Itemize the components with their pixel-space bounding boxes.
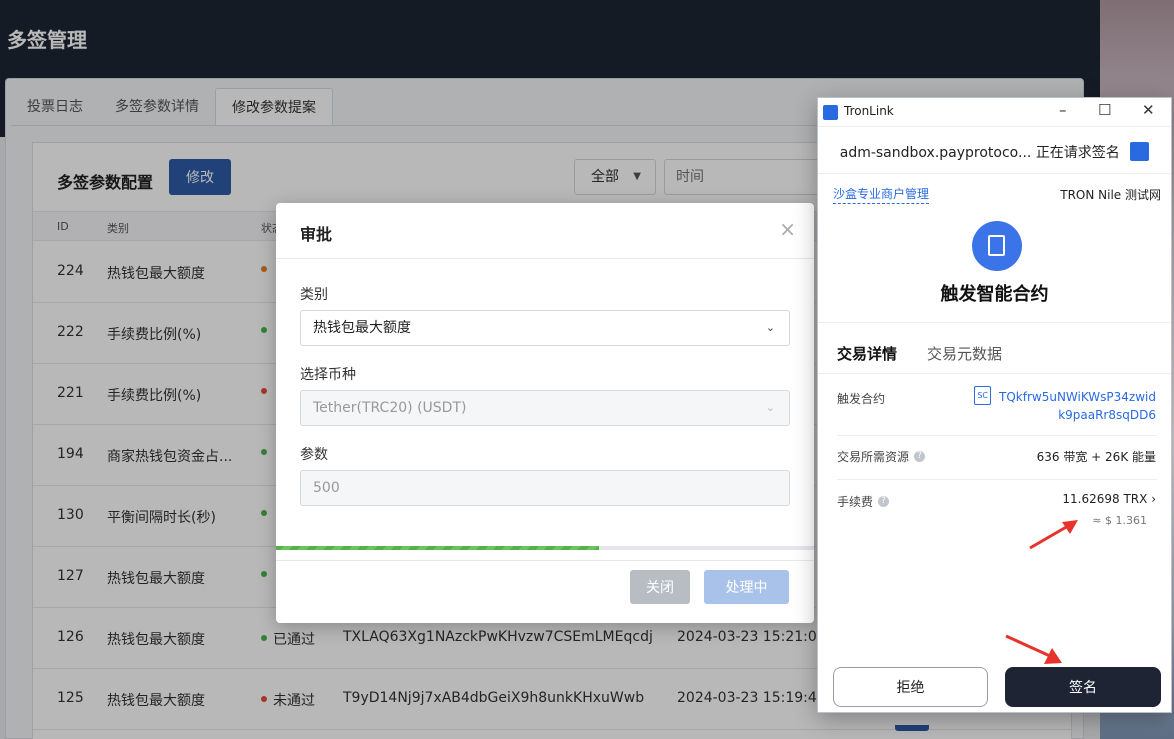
fee-label-text: 手续费 bbox=[837, 495, 874, 509]
fee-value-text: 11.62698 TRX bbox=[1062, 492, 1148, 506]
sign-button[interactable]: 签名 bbox=[1005, 667, 1161, 707]
divider bbox=[818, 173, 1171, 174]
contract-address-line1: TQkfrw5uNWiKWsP34zwid bbox=[999, 390, 1156, 404]
close-button[interactable]: 关闭 bbox=[630, 570, 690, 604]
minimize-icon[interactable]: – bbox=[1059, 101, 1067, 119]
param-input: 500 bbox=[300, 470, 790, 506]
network-label: TRON Nile 测试网 bbox=[1060, 188, 1161, 202]
tab-tx-details[interactable]: 交易详情 bbox=[837, 343, 897, 364]
close-icon[interactable]: × bbox=[779, 217, 796, 241]
type-label: 类别 bbox=[300, 287, 328, 303]
resource-label-text: 交易所需资源 bbox=[837, 450, 910, 464]
site-name: adm-sandbox.payprotoco... bbox=[839, 145, 1032, 161]
divider bbox=[818, 373, 1171, 374]
divider bbox=[837, 479, 1157, 480]
processing-button[interactable]: 处理中 bbox=[704, 570, 789, 604]
fee-usd: ≈ $ 1.361 bbox=[1092, 514, 1147, 527]
fee-label: 手续费? bbox=[837, 493, 890, 510]
annotation-arrow-icon bbox=[1005, 634, 1062, 664]
approval-modal: 审批 × 类别 热钱包最大额度 ⌄ 选择币种 Tether(TRC20) (US… bbox=[276, 203, 814, 623]
divider bbox=[818, 322, 1171, 323]
window-title: TronLink bbox=[844, 104, 894, 118]
param-label: 参数 bbox=[300, 447, 328, 463]
annotation-arrow-icon bbox=[1029, 520, 1078, 550]
modal-title: 审批 bbox=[300, 225, 333, 244]
tronlink-logo-icon bbox=[823, 105, 838, 120]
type-select[interactable]: 热钱包最大额度 ⌄ bbox=[300, 310, 790, 346]
merchant-link[interactable]: 沙盒专业商户管理 bbox=[833, 185, 930, 204]
contract-document-icon bbox=[972, 221, 1022, 271]
fee-value[interactable]: 11.62698 TRX › bbox=[1062, 492, 1156, 506]
help-icon[interactable]: ? bbox=[914, 451, 926, 462]
type-select-value: 热钱包最大额度 bbox=[313, 320, 411, 336]
tronlink-window: TronLink – ☐ ✕ adm-sandbox.payprotoco...… bbox=[817, 97, 1172, 713]
reject-button[interactable]: 拒绝 bbox=[833, 667, 988, 707]
modal-footer-divider bbox=[276, 560, 814, 561]
contract-label: 触发合约 bbox=[837, 392, 886, 406]
divider bbox=[837, 435, 1157, 436]
smart-contract-badge: SC bbox=[974, 386, 992, 405]
progress-bar bbox=[276, 546, 814, 550]
help-icon[interactable]: ? bbox=[878, 496, 890, 507]
maximize-icon[interactable]: ☐ bbox=[1098, 101, 1111, 119]
tronlink-icon bbox=[1130, 141, 1150, 161]
close-icon[interactable]: ✕ bbox=[1142, 101, 1155, 119]
chevron-down-icon: ⌄ bbox=[765, 321, 775, 334]
progress-fill bbox=[276, 546, 599, 550]
resource-value: 636 带宽 + 26K 能量 bbox=[1036, 450, 1156, 464]
site-action: 正在请求签名 bbox=[1035, 145, 1120, 161]
modal-divider bbox=[276, 258, 814, 259]
contract-address[interactable]: SC TQkfrw5uNWiKWsP34zwid k9paaRr8sqDD6 bbox=[974, 386, 1156, 424]
currency-label: 选择币种 bbox=[300, 367, 356, 383]
window-titlebar: TronLink – ☐ ✕ bbox=[818, 98, 1171, 127]
contract-address-line2: k9paaRr8sqDD6 bbox=[1058, 408, 1156, 422]
chevron-down-icon: ⌄ bbox=[765, 401, 775, 414]
param-input-value: 500 bbox=[313, 480, 340, 496]
currency-select: Tether(TRC20) (USDT) ⌄ bbox=[300, 390, 790, 426]
chevron-right-icon: › bbox=[1151, 492, 1156, 506]
action-title: 触发智能合约 bbox=[940, 284, 1049, 305]
request-origin: adm-sandbox.payprotoco... 正在请求签名 bbox=[818, 141, 1171, 163]
currency-select-value: Tether(TRC20) (USDT) bbox=[313, 400, 467, 416]
tab-tx-metadata[interactable]: 交易元数据 bbox=[927, 343, 1002, 364]
resource-label: 交易所需资源? bbox=[837, 448, 926, 465]
